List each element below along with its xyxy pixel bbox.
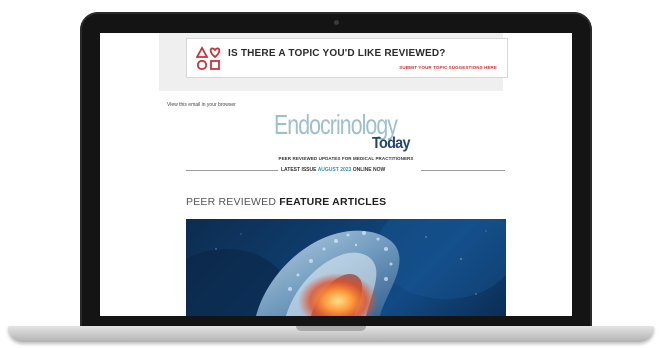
laptop-lid: IS THERE A TOPIC YOU'D LIKE REVIEWED? SU… (80, 12, 592, 330)
issue-prefix: LATEST ISSUE (281, 167, 317, 173)
shapes-icon (196, 46, 221, 71)
thyroid-illustration-icon (186, 219, 506, 316)
webcam-icon (334, 20, 339, 25)
feature-article-image[interactable] (186, 219, 506, 316)
suggestion-link[interactable]: SUBMIT YOUR TOPIC SUGGESTIONS HERE (399, 65, 497, 70)
suggestion-banner-area: IS THERE A TOPIC YOU'D LIKE REVIEWED? SU… (159, 33, 508, 91)
section-heading-light: PEER REVIEWED (186, 196, 277, 208)
laptop-screen: IS THERE A TOPIC YOU'D LIKE REVIEWED? SU… (100, 33, 572, 316)
email-newsletter: IS THERE A TOPIC YOU'D LIKE REVIEWED? SU… (159, 33, 508, 316)
divider-right (421, 170, 505, 171)
suggestion-banner[interactable]: IS THERE A TOPIC YOU'D LIKE REVIEWED? SU… (186, 38, 508, 78)
section-heading: PEER REVIEWED FEATURE ARTICLES (186, 196, 386, 208)
logo-tagline: PEER REVIEWED UPDATES FOR MEDICAL PRACTI… (278, 156, 414, 161)
section-heading-bold: FEATURE ARTICLES (279, 196, 387, 208)
laptop-hinge-notch (296, 326, 366, 331)
logo-today: Today (372, 135, 410, 152)
divider-left (186, 170, 278, 171)
issue-suffix: ONLINE NOW (352, 167, 386, 173)
laptop-base (8, 326, 654, 342)
suggestion-title: IS THERE A TOPIC YOU'D LIKE REVIEWED? (228, 48, 446, 59)
latest-issue-link[interactable]: LATEST ISSUE AUGUST 2023 ONLINE NOW (281, 167, 385, 173)
issue-month: AUGUST 2023 (317, 167, 352, 173)
view-in-browser-link[interactable]: View this email in your browser (167, 102, 236, 108)
